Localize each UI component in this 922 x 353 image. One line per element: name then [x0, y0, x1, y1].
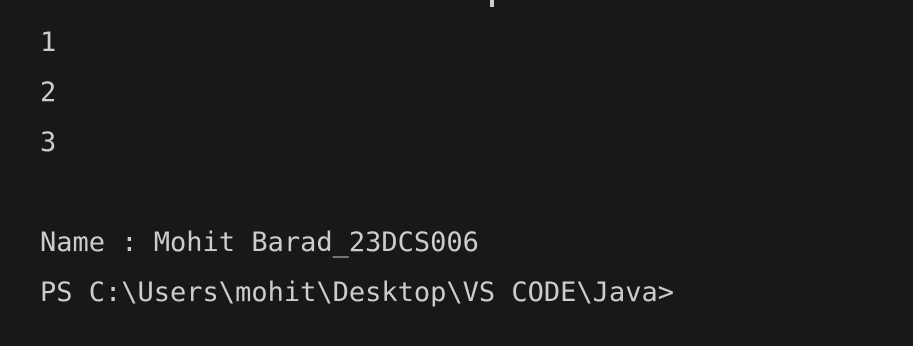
- output-line-name: Name : Mohit Barad_23DCS006: [40, 227, 479, 258]
- terminal-output: 1 2 3 Name : Mohit Barad_23DCS006 PS C:\…: [40, 18, 674, 318]
- prompt-line[interactable]: PS C:\Users\mohit\Desktop\VS CODE\Java>: [40, 268, 674, 318]
- cursor-mark: [490, 0, 494, 7]
- terminal-panel[interactable]: 1 2 3 Name : Mohit Barad_23DCS006 PS C:\…: [0, 0, 913, 346]
- output-line-blank: [40, 168, 674, 218]
- output-line: 3: [40, 127, 57, 158]
- output-line: 1: [40, 27, 57, 58]
- output-line: 2: [40, 77, 57, 108]
